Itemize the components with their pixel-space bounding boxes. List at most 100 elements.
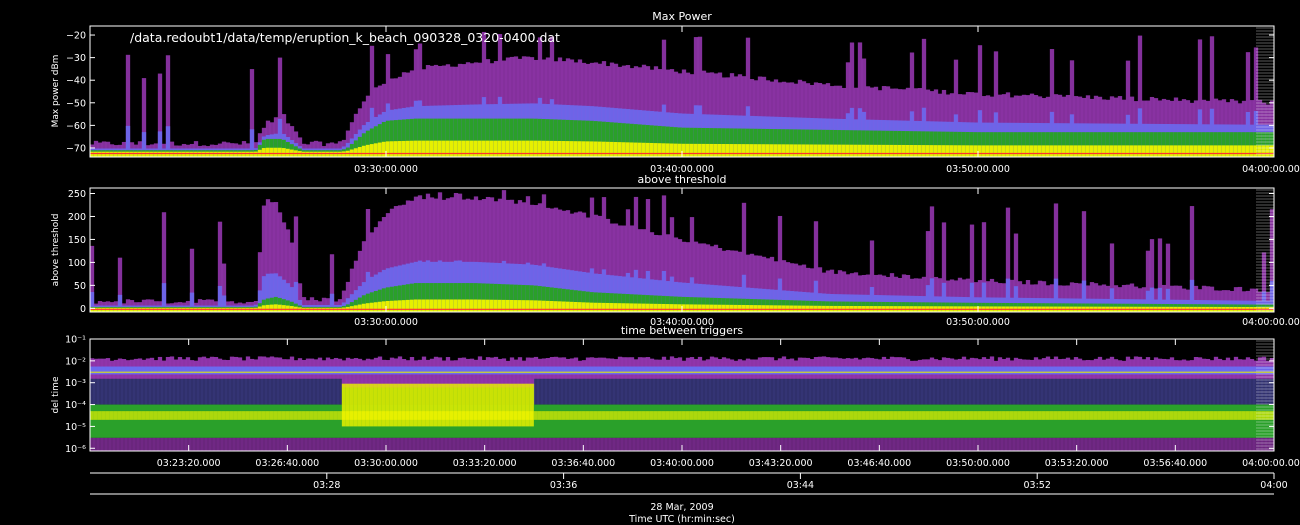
trigger-band-upper-core <box>845 366 851 375</box>
trigger-scatter <box>593 378 599 405</box>
trigger-band-lower-dense <box>577 411 583 420</box>
y-tick-label: −70 <box>66 143 86 154</box>
trigger-scatter <box>549 378 555 405</box>
trigger-band-lower <box>557 404 563 438</box>
trigger-band-lower-dense <box>1141 411 1147 420</box>
trigger-band-upper-core <box>633 366 639 375</box>
trigger-band-lower <box>213 404 219 438</box>
trigger-scatter <box>305 378 311 405</box>
trigger-band-tail <box>773 437 779 451</box>
trigger-band-tail <box>421 437 427 451</box>
trigger-scatter <box>177 378 183 405</box>
trigger-scatter <box>853 378 859 405</box>
density-column-dense <box>1097 145 1103 157</box>
trigger-band-lower-dense <box>225 411 231 420</box>
y-tick-label: 10⁻¹ <box>65 335 86 346</box>
trigger-band-upper-core <box>1201 366 1207 375</box>
trigger-band-lower <box>1261 404 1267 438</box>
trigger-band-tail <box>97 437 103 451</box>
trigger-band-upper-core <box>1217 366 1223 375</box>
trigger-band-tail <box>469 437 475 451</box>
trigger-band-upper-core <box>837 366 843 375</box>
trigger-scatter <box>1141 378 1147 405</box>
trigger-band-tail <box>813 437 819 451</box>
density-column-dense <box>549 301 555 312</box>
density-column-dense <box>609 303 615 312</box>
trigger-band-upper-core <box>585 366 591 375</box>
eruption-burst <box>381 383 387 427</box>
trigger-band-lower <box>257 404 263 438</box>
density-column-dense <box>729 304 735 312</box>
density-column-dense <box>201 151 207 157</box>
trigger-band-lower-dense <box>629 411 635 420</box>
trigger-scatter <box>805 378 811 405</box>
trigger-scatter <box>945 378 951 405</box>
trigger-band-tail <box>945 437 951 451</box>
trigger-scatter <box>845 378 851 405</box>
density-column-dense <box>405 140 411 157</box>
trigger-band-tail <box>525 437 531 451</box>
trigger-scatter <box>1221 378 1227 405</box>
trigger-band-upper-core <box>525 366 531 375</box>
trigger-band-lower-dense <box>957 411 963 420</box>
trigger-scatter <box>1189 378 1195 405</box>
density-column-dense <box>921 145 927 157</box>
trigger-scatter <box>817 378 823 405</box>
density-column-dense <box>277 304 283 312</box>
trigger-scatter <box>105 378 111 405</box>
trigger-band-upper-core <box>173 366 179 375</box>
trigger-scatter <box>941 378 947 405</box>
trigger-scatter <box>333 378 339 405</box>
trigger-band-upper-core <box>317 366 323 375</box>
trigger-band-lower <box>1205 404 1211 438</box>
density-column-dense <box>477 299 483 312</box>
trigger-band-lower-dense <box>1213 411 1219 420</box>
y-tick-label: 250 <box>68 189 86 200</box>
density-column-dense <box>1233 145 1239 157</box>
trigger-scatter <box>137 378 143 405</box>
density-column-dense <box>893 144 899 157</box>
density-column-dense <box>1065 145 1071 157</box>
trigger-band-lower <box>141 404 147 438</box>
trigger-band-tail <box>189 437 195 451</box>
trigger-band-upper-core <box>853 366 859 375</box>
trigger-band-lower <box>169 404 175 438</box>
trigger-band-upper-core <box>557 366 563 375</box>
trigger-scatter <box>273 378 279 405</box>
trigger-scatter <box>1145 378 1151 405</box>
trigger-band-lower-dense <box>545 411 551 420</box>
trigger-scatter <box>241 378 247 405</box>
trigger-band-lower-dense <box>773 411 779 420</box>
trigger-scatter <box>313 378 319 405</box>
trigger-band-upper-core <box>621 366 627 375</box>
density-column-dense <box>885 144 891 157</box>
trigger-band-lower <box>145 404 151 438</box>
trigger-band-lower-dense <box>785 411 791 420</box>
trigger-scatter <box>1245 378 1251 405</box>
trigger-scatter <box>533 378 539 405</box>
trigger-band-upper-core <box>1157 366 1163 375</box>
density-column-dense <box>369 302 375 312</box>
eruption-burst <box>417 383 423 427</box>
density-column-dense <box>657 303 663 312</box>
density-column-dense <box>229 151 235 157</box>
trigger-band-tail <box>585 437 591 451</box>
trigger-band-upper-core <box>361 366 367 375</box>
eruption-burst <box>393 383 399 427</box>
trigger-band-lower-dense <box>1173 411 1179 420</box>
trigger-band-lower-dense <box>917 411 923 420</box>
trigger-band-tail <box>357 437 363 451</box>
trigger-band-upper-core <box>625 366 631 375</box>
trigger-band-lower-dense <box>633 411 639 420</box>
trigger-band-tail <box>205 437 211 451</box>
trigger-band-tail <box>781 437 787 451</box>
trigger-scatter <box>185 378 191 405</box>
trigger-band-tail <box>701 437 707 451</box>
trigger-band-lower <box>985 404 991 438</box>
trigger-band-tail <box>129 437 135 451</box>
trigger-scatter <box>269 378 275 405</box>
trigger-band-tail <box>321 437 327 451</box>
trigger-band-lower <box>1233 404 1239 438</box>
trigger-band-upper-core <box>1145 366 1151 375</box>
density-column-dense <box>301 151 307 157</box>
